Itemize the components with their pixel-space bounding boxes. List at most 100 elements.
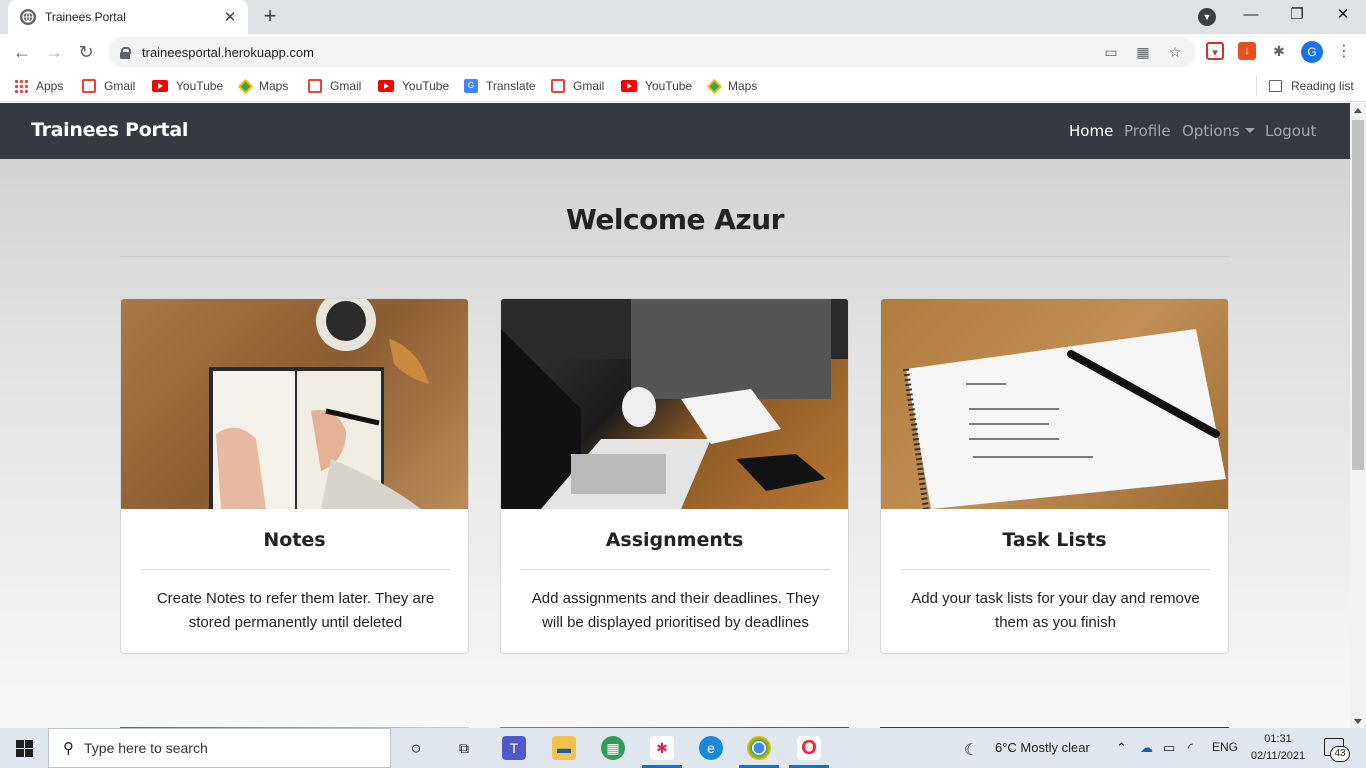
bookmark-gmail[interactable]: Gmail: [308, 76, 361, 96]
cast-icon[interactable]: ▭: [1102, 43, 1120, 61]
url-text[interactable]: traineesportal.herokuapp.com: [142, 45, 314, 60]
taskbar-search-box[interactable]: ⚲ Type here to search: [48, 728, 391, 768]
maps-icon: [706, 78, 723, 94]
nav-logout[interactable]: Logout: [1265, 122, 1316, 140]
reload-icon[interactable]: ↻: [74, 40, 98, 64]
card-title: Notes: [263, 529, 326, 551]
card-title: Assignments: [605, 529, 744, 551]
notes-image: [121, 299, 468, 509]
download-extension-icon[interactable]: ↓: [1238, 42, 1256, 60]
tab-search-icon[interactable]: ▼: [1198, 8, 1216, 26]
divider: [120, 256, 1230, 257]
bookmark-gmail[interactable]: Gmail: [551, 76, 604, 96]
bookmark-maps[interactable]: Maps: [706, 76, 758, 96]
tray-expand-icon[interactable]: ⌃: [1116, 740, 1127, 756]
slack-icon[interactable]: ✱: [650, 736, 674, 760]
lock-icon: [120, 46, 131, 59]
bookmarks-bar: Apps Gmail YouTube Maps Gmail YouTube GT…: [0, 70, 1366, 102]
reading-list-label: Reading list: [1291, 79, 1354, 93]
nav-home[interactable]: Home: [1069, 122, 1113, 140]
bookmark-star-icon[interactable]: ☆: [1166, 43, 1184, 61]
bookmark-apps[interactable]: Apps: [14, 76, 63, 96]
card-divider: [141, 569, 450, 570]
bookmark-label: Gmail: [104, 79, 136, 93]
minimize-button[interactable]: —: [1228, 0, 1274, 30]
address-bar[interactable]: traineesportal.herokuapp.com: [108, 37, 1196, 67]
cortana-icon[interactable]: ○: [404, 736, 428, 760]
file-explorer-icon[interactable]: ▬: [552, 736, 576, 760]
card-divider: [901, 569, 1210, 570]
teams-icon[interactable]: T: [502, 736, 526, 760]
new-tab-button[interactable]: +: [258, 5, 282, 29]
bookmark-label: Maps: [259, 79, 289, 93]
clock-date: 02/11/2021: [1250, 750, 1306, 762]
weather-moon-icon[interactable]: ☾: [964, 740, 978, 760]
qr-code-icon[interactable]: ▦: [1134, 43, 1152, 61]
nav-options-dropdown[interactable]: Options: [1182, 122, 1255, 140]
edge-icon[interactable]: e: [699, 736, 723, 760]
card-text: Add your task lists for your day and rem…: [911, 590, 1200, 631]
translate-icon: G: [464, 79, 478, 93]
profile-avatar[interactable]: G: [1301, 41, 1323, 63]
browser-tabstrip: Trainees Portal ✕ + ▼ — ❐ ✕: [0, 0, 1366, 34]
battery-icon[interactable]: ▭: [1163, 740, 1175, 756]
task-lists-image: [881, 299, 1228, 509]
onedrive-icon[interactable]: ☁: [1140, 740, 1153, 756]
gmail-icon: [551, 79, 565, 93]
scrollbar-thumb[interactable]: [1352, 120, 1364, 470]
card-task-lists[interactable]: Task Lists Add your task lists for your …: [880, 298, 1229, 654]
extensions-puzzle-icon[interactable]: ✱: [1270, 42, 1288, 60]
close-window-button[interactable]: ✕: [1320, 0, 1366, 30]
maps-icon: [237, 78, 254, 94]
browser-menu-icon[interactable]: ⋮: [1336, 41, 1352, 63]
card-assignments[interactable]: Assignments Add assignments and their de…: [500, 298, 849, 654]
bookmark-label: Maps: [728, 79, 758, 93]
clock-time: 01:31: [1264, 733, 1292, 745]
bookmark-label: YouTube: [645, 79, 693, 93]
bookmark-youtube[interactable]: YouTube: [152, 76, 223, 96]
spreadsheet-app-icon[interactable]: ▦: [601, 736, 625, 760]
restore-button[interactable]: ❐: [1274, 0, 1320, 30]
gmail-icon: [308, 79, 322, 93]
card-notes[interactable]: Notes Create Notes to refer them later. …: [120, 298, 469, 654]
bookmark-label: Translate: [486, 79, 536, 93]
language-indicator[interactable]: ENG: [1212, 740, 1238, 754]
wifi-icon[interactable]: ◜: [1188, 740, 1193, 756]
notification-count-badge: 43: [1330, 746, 1350, 762]
bookmark-label: Gmail: [330, 79, 362, 93]
bookmark-label: YouTube: [402, 79, 450, 93]
nav-profile[interactable]: Profile: [1124, 122, 1171, 140]
task-view-icon[interactable]: ⧉: [452, 736, 476, 760]
bookmark-translate[interactable]: G Translate: [464, 76, 536, 96]
reading-list-button[interactable]: Reading list: [1256, 76, 1354, 96]
forward-arrow-icon[interactable]: →: [42, 40, 66, 64]
scroll-up-arrow-icon[interactable]: [1354, 108, 1362, 113]
extension-shield-icon[interactable]: ▾: [1206, 42, 1224, 60]
globe-icon: [20, 9, 36, 25]
page-scrollbar[interactable]: [1350, 103, 1366, 728]
youtube-icon: [378, 80, 394, 92]
gmail-icon: [82, 79, 96, 93]
card-divider: [521, 569, 830, 570]
site-brand[interactable]: Trainees Portal: [31, 119, 188, 141]
search-icon: ⚲: [63, 740, 74, 757]
assignments-image: [501, 299, 848, 509]
back-arrow-icon[interactable]: ←: [10, 40, 34, 64]
chrome-icon[interactable]: [747, 736, 771, 760]
tab-title: Trainees Portal: [45, 10, 126, 24]
browser-tab[interactable]: Trainees Portal ✕: [8, 0, 248, 34]
bookmark-gmail[interactable]: Gmail: [82, 76, 135, 96]
card-title: Task Lists: [1002, 529, 1107, 551]
bookmark-maps[interactable]: Maps: [237, 76, 289, 96]
taskbar-clock[interactable]: 01:31 02/11/2021: [1248, 731, 1308, 765]
scroll-down-arrow-icon[interactable]: [1354, 719, 1362, 724]
reading-list-icon: [1269, 80, 1282, 92]
bookmark-youtube[interactable]: YouTube: [378, 76, 449, 96]
windows-taskbar: ⚲ Type here to search ○ ⧉ T ▬ ▦ ✱ e O ☾ …: [0, 728, 1366, 768]
opera-icon[interactable]: O: [797, 736, 821, 760]
site-navbar: Trainees Portal Home Profile Options Log…: [0, 103, 1350, 159]
weather-text[interactable]: 6°C Mostly clear: [995, 740, 1090, 755]
tab-close-icon[interactable]: ✕: [222, 8, 238, 26]
bookmark-youtube[interactable]: YouTube: [621, 76, 692, 96]
windows-start-icon[interactable]: [16, 740, 33, 757]
